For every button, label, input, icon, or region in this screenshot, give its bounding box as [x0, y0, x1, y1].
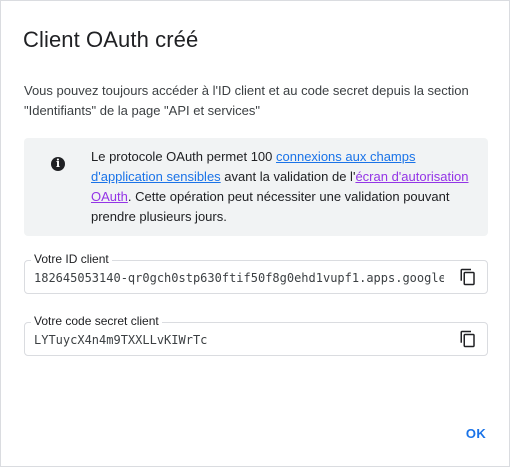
dialog-title: Client OAuth créé: [23, 27, 199, 52]
info-text-before: Le protocole OAuth permet 100: [91, 149, 277, 164]
client-secret-field[interactable]: Votre code secret client LYTuycX4n4m9TXX…: [24, 314, 488, 356]
client-id-value[interactable]: 182645053140-qr0gch0stp630ftif50f8g0ehd1…: [34, 270, 444, 286]
client-secret-value[interactable]: LYTuycX4n4m9TXXLLvKIWrTc: [34, 332, 444, 348]
client-id-field[interactable]: Votre ID client 182645053140-qr0gch0stp6…: [24, 252, 488, 294]
copy-icon: [460, 330, 475, 348]
oauth-client-created-dialog: Client OAuth créé Vous pouvez toujours a…: [0, 0, 510, 467]
info-icon: i: [51, 157, 65, 171]
info-banner: i Le protocole OAuth permet 100 connexio…: [24, 138, 488, 236]
client-secret-label: Votre code secret client: [31, 314, 162, 328]
copy-client-secret-button[interactable]: [459, 330, 477, 348]
dialog-description: Vous pouvez toujours accéder à l'ID clie…: [24, 83, 469, 118]
info-text-after: . Cette opération peut nécessiter une va…: [91, 189, 450, 224]
info-text-middle: avant la validation de l': [220, 169, 356, 184]
copy-icon: [460, 268, 475, 286]
ok-button[interactable]: OK: [459, 421, 493, 447]
client-id-label: Votre ID client: [31, 252, 112, 266]
info-banner-text: Le protocole OAuth permet 100 connexions…: [91, 147, 477, 227]
copy-client-id-button[interactable]: [459, 268, 477, 286]
